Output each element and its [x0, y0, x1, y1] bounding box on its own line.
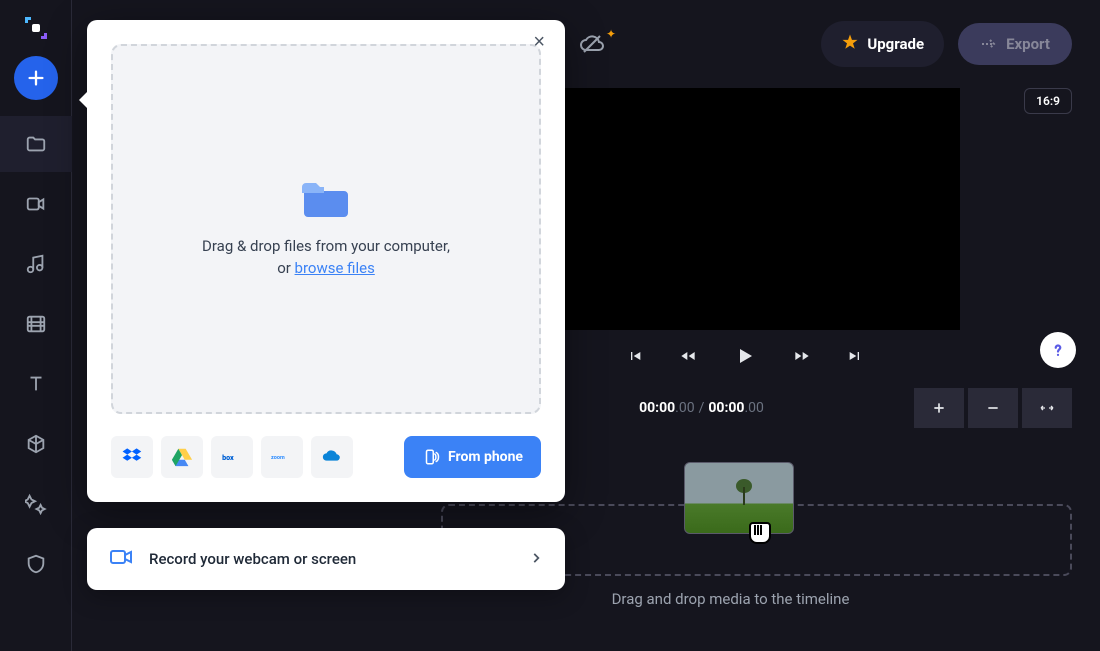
add-media-button[interactable] — [14, 56, 58, 100]
svg-text:zoom: zoom — [271, 455, 285, 461]
timeline-hint: Drag and drop media to the timeline — [389, 590, 1072, 608]
sidebar-item-audio[interactable] — [0, 236, 72, 292]
camera-icon — [109, 547, 133, 571]
sidebar-item-video[interactable] — [0, 176, 72, 232]
sparkle-icon: ✦ — [606, 27, 616, 41]
star-icon — [841, 33, 859, 55]
media-thumbnail[interactable] — [684, 462, 794, 534]
app-logo — [20, 12, 52, 44]
sidebar-item-3d[interactable] — [0, 416, 72, 472]
modal-arrow-icon — [79, 92, 87, 108]
box-button[interactable]: box — [211, 436, 253, 478]
fit-button[interactable] — [1022, 388, 1072, 428]
export-label: Export — [1006, 35, 1050, 53]
sidebar — [0, 0, 72, 651]
folder-icon — [300, 179, 352, 225]
sidebar-item-privacy[interactable] — [0, 536, 72, 592]
upgrade-button[interactable]: Upgrade — [821, 21, 944, 67]
from-phone-button[interactable]: From phone — [404, 436, 541, 478]
upgrade-label: Upgrade — [867, 35, 924, 53]
onedrive-button[interactable] — [311, 436, 353, 478]
play-button[interactable] — [729, 340, 761, 372]
zoom-out-button[interactable] — [968, 388, 1018, 428]
aspect-ratio-button[interactable]: 16:9 — [1024, 88, 1072, 114]
transport-controls — [530, 340, 960, 372]
cloud-sync-icon: ✦ — [578, 33, 606, 55]
sidebar-item-text[interactable] — [0, 356, 72, 412]
import-modal: × Drag & drop files from your computer, … — [87, 20, 565, 502]
phone-icon — [422, 448, 440, 466]
video-preview[interactable] — [530, 88, 960, 330]
record-label: Record your webcam or screen — [149, 550, 529, 568]
export-button[interactable]: Export — [958, 23, 1072, 65]
sidebar-item-templates[interactable] — [0, 296, 72, 352]
google-drive-button[interactable] — [161, 436, 203, 478]
zoom-button[interactable]: zoom — [261, 436, 303, 478]
rewind-button[interactable] — [675, 344, 701, 368]
file-drop-area[interactable]: Drag & drop files from your computer, or… — [111, 44, 541, 414]
arrow-right-icon — [980, 37, 998, 51]
record-button[interactable]: Record your webcam or screen — [87, 528, 565, 590]
browse-files-link[interactable]: browse files — [295, 259, 375, 277]
skip-end-button[interactable] — [843, 344, 867, 368]
sidebar-item-effects[interactable] — [0, 476, 72, 532]
skip-start-button[interactable] — [623, 344, 647, 368]
import-sources: box zoom From phone — [87, 430, 565, 502]
sidebar-item-media[interactable] — [0, 116, 72, 172]
from-phone-label: From phone — [448, 449, 523, 465]
close-button[interactable]: × — [527, 30, 551, 55]
forward-button[interactable] — [789, 344, 815, 368]
chevron-right-icon — [529, 550, 543, 569]
zoom-in-button[interactable] — [914, 388, 964, 428]
dropbox-button[interactable] — [111, 436, 153, 478]
help-button[interactable] — [1040, 332, 1076, 368]
drop-description: Drag & drop files from your computer, or… — [196, 235, 456, 280]
svg-text:box: box — [222, 453, 234, 462]
